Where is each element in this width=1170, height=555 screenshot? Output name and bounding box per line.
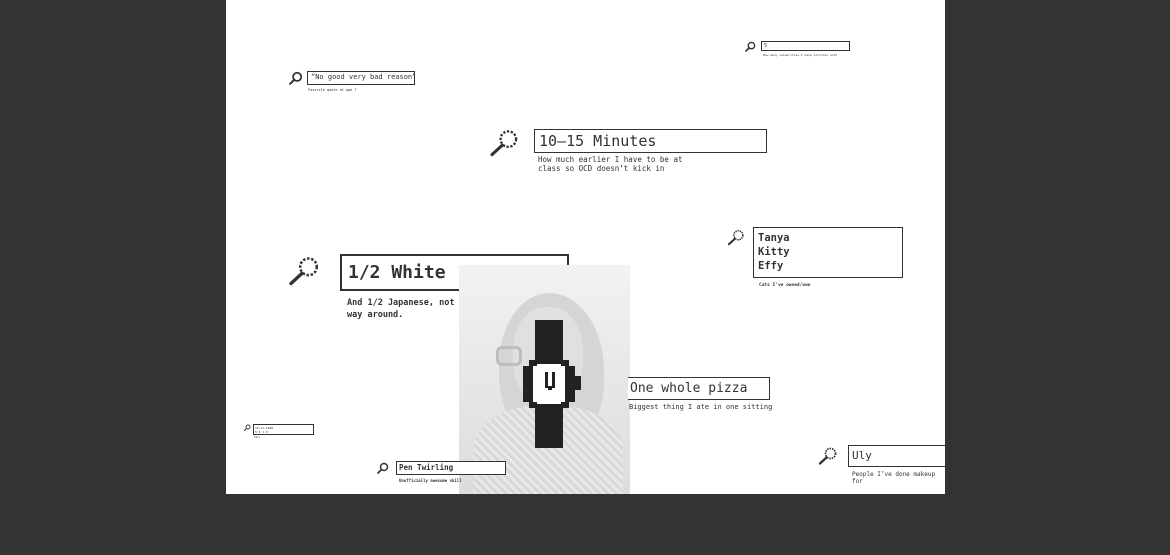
search-icon[interactable] — [490, 129, 522, 157]
cats-caption: Cats I’ve owned/own — [759, 283, 811, 288]
small-caption: Tall — [254, 436, 261, 439]
pen-caption: Unofficially awesome skill — [399, 478, 462, 483]
pixel-watch-icon — [523, 320, 581, 448]
profile-canvas: “No good very bad reason” Favorite quote… — [226, 0, 945, 494]
quote-field[interactable]: “No good very bad reason” — [307, 71, 415, 85]
pizza-caption: Biggest thing I ate in one sitting — [629, 403, 773, 411]
celebrities-field[interactable]: 5 — [761, 41, 850, 51]
search-icon[interactable] — [728, 229, 746, 246]
cats-field[interactable]: Tanya Kitty Effy — [753, 227, 903, 278]
quote-caption: Favorite quote at age 7 — [308, 88, 357, 92]
search-icon[interactable] — [289, 71, 303, 85]
pizza-field[interactable]: One whole pizza — [628, 377, 770, 400]
search-icon[interactable] — [819, 447, 839, 465]
small-field[interactable]: 10-17-1998 5'4 1.5 — [253, 424, 314, 435]
search-icon[interactable] — [745, 41, 756, 52]
pen-field[interactable]: Pen Twirling — [396, 461, 506, 475]
search-icon[interactable] — [289, 256, 323, 286]
uly-field[interactable]: Uly — [848, 445, 945, 467]
search-icon[interactable] — [244, 424, 251, 431]
celebrities-caption: How many celebrities I have pictures wit… — [763, 53, 838, 57]
minutes-field[interactable]: 10–15 Minutes — [534, 129, 767, 153]
uly-caption: People I’ve done makeup for — [852, 471, 939, 485]
minutes-caption: How much earlier I have to be at class s… — [538, 155, 683, 173]
search-icon[interactable] — [377, 462, 389, 474]
profile-photo — [459, 265, 630, 494]
